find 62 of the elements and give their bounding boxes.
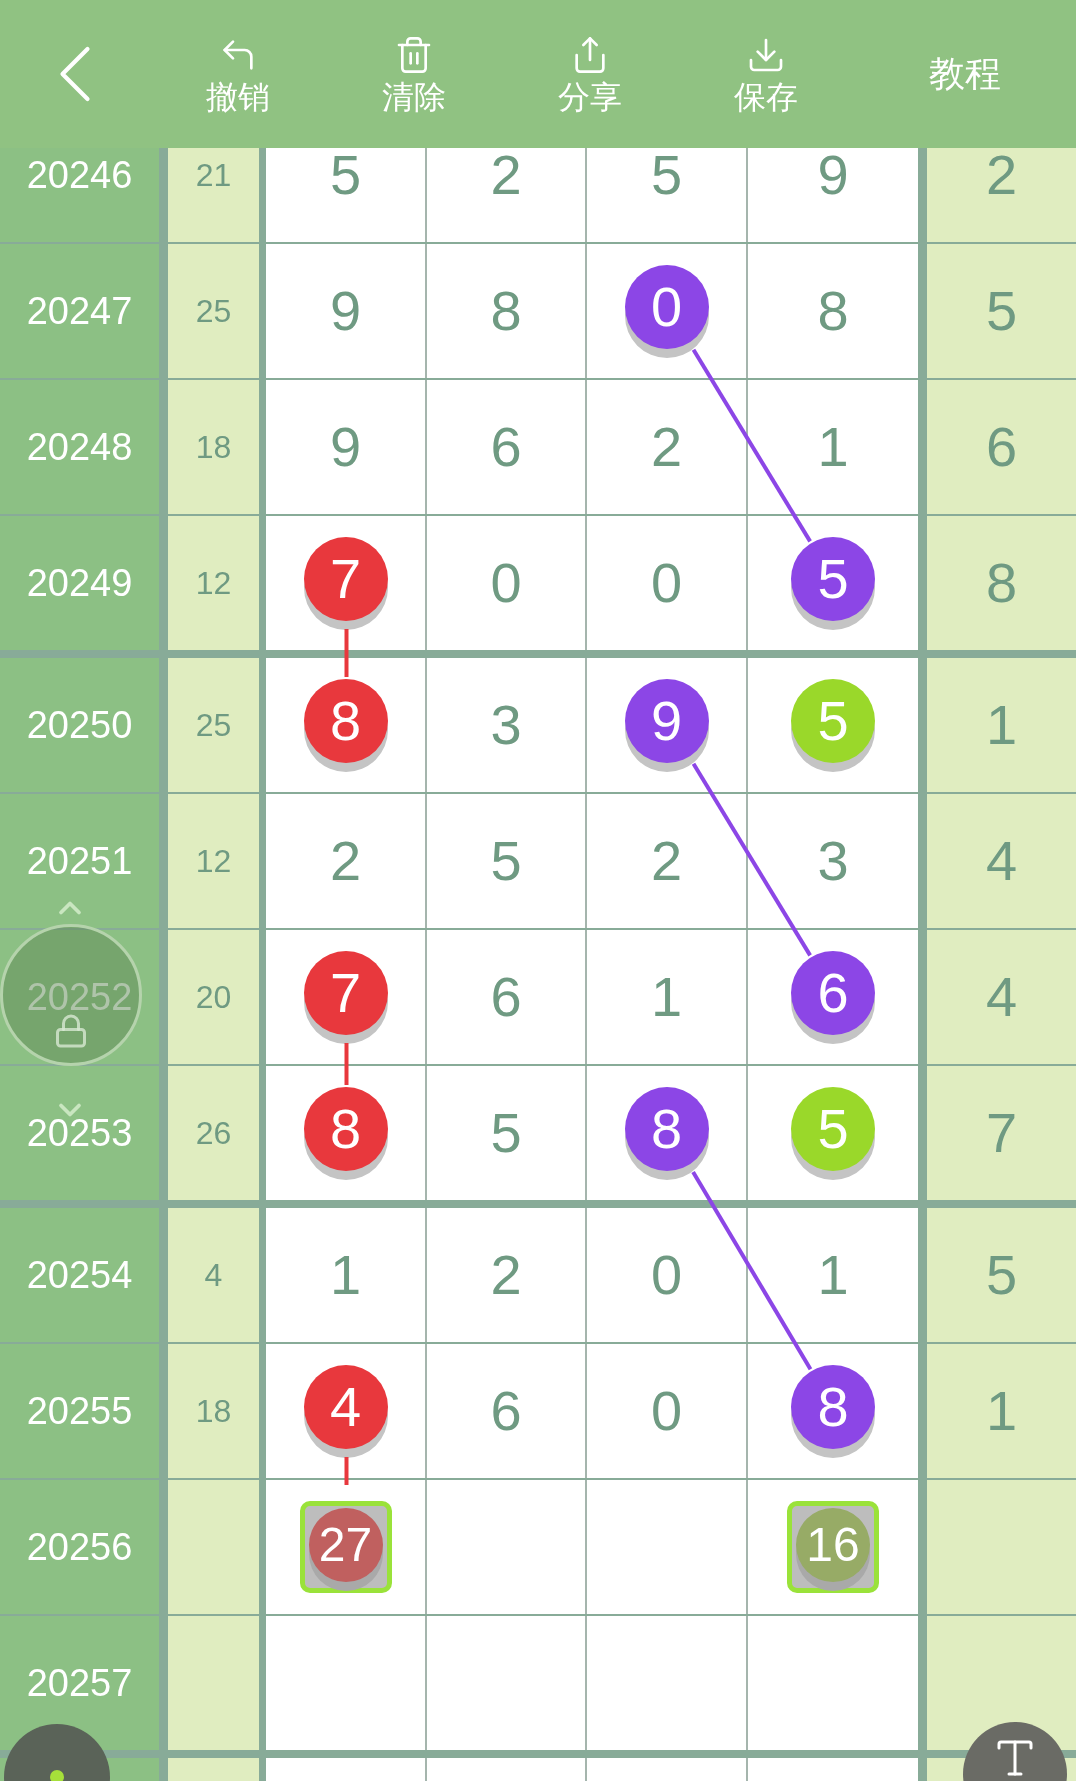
digit: 8: [490, 283, 522, 339]
digit: 1: [650, 969, 683, 1025]
digit: 9: [329, 419, 362, 475]
digit: 5: [490, 833, 522, 889]
tail-digit: 1: [985, 697, 1018, 753]
sum-value: 21: [195, 159, 232, 191]
tail-digit: 5: [985, 283, 1018, 339]
issue-number: 20255: [26, 1392, 133, 1430]
issue-number: 20249: [26, 564, 133, 602]
sum-value: 18: [195, 431, 232, 463]
sum-value: 25: [195, 709, 232, 741]
digit: 6: [490, 419, 522, 475]
digit: 1: [817, 1247, 849, 1303]
tail-digit: 2: [985, 147, 1018, 203]
issue-number: 20252: [26, 978, 133, 1016]
issue-number: 20253: [26, 1114, 133, 1152]
digit: 3: [490, 697, 522, 753]
issue-number: 20256: [26, 1528, 133, 1566]
issue-number: 20254: [26, 1256, 133, 1294]
digit: 2: [650, 419, 683, 475]
tail-digit: 4: [985, 969, 1018, 1025]
digit: 8: [817, 283, 849, 339]
issue-number: 20247: [26, 292, 133, 330]
digit: 0: [650, 555, 683, 611]
digit: 6: [490, 1383, 522, 1439]
digit: 5: [490, 1105, 522, 1161]
lock-icon: [53, 1013, 89, 1049]
pending-ball-tile[interactable]: 27: [299, 1501, 392, 1593]
sum-value: 25: [195, 295, 232, 327]
sum-value: 12: [195, 845, 232, 877]
sum-value: 20: [195, 981, 232, 1013]
sum-value: 18: [195, 1395, 232, 1427]
issue-number: 20246: [26, 156, 133, 194]
sum-value: 4: [204, 1259, 223, 1291]
digit: 2: [329, 833, 362, 889]
digit: 2: [490, 147, 522, 203]
digit: 9: [817, 147, 849, 203]
tail-digit: 5: [985, 1247, 1018, 1303]
tail-digit: 4: [985, 833, 1018, 889]
digit: 2: [490, 1247, 522, 1303]
sum-value: 26: [195, 1117, 232, 1149]
tail-digit: 6: [985, 419, 1018, 475]
digit: 3: [817, 833, 849, 889]
tail-digit: 1: [985, 1383, 1018, 1439]
digit: 0: [650, 1247, 683, 1303]
issue-number: 20248: [26, 428, 133, 466]
digit: 1: [817, 419, 849, 475]
tail-digit: 8: [985, 555, 1018, 611]
digit: 1: [329, 1247, 362, 1303]
digit: 6: [490, 969, 522, 1025]
issue-number: 20251: [26, 842, 133, 880]
digit: 0: [490, 555, 522, 611]
pending-ball-tile[interactable]: 16: [787, 1501, 879, 1593]
issue-number: 20250: [26, 706, 133, 744]
sum-value: 12: [195, 567, 232, 599]
digit: 5: [329, 147, 362, 203]
digit: 9: [329, 283, 362, 339]
issue-number: 20257: [26, 1664, 133, 1702]
tail-digit: 7: [985, 1105, 1018, 1161]
digit: 5: [650, 147, 683, 203]
digit: 0: [650, 1383, 683, 1439]
digit: 2: [650, 833, 683, 889]
